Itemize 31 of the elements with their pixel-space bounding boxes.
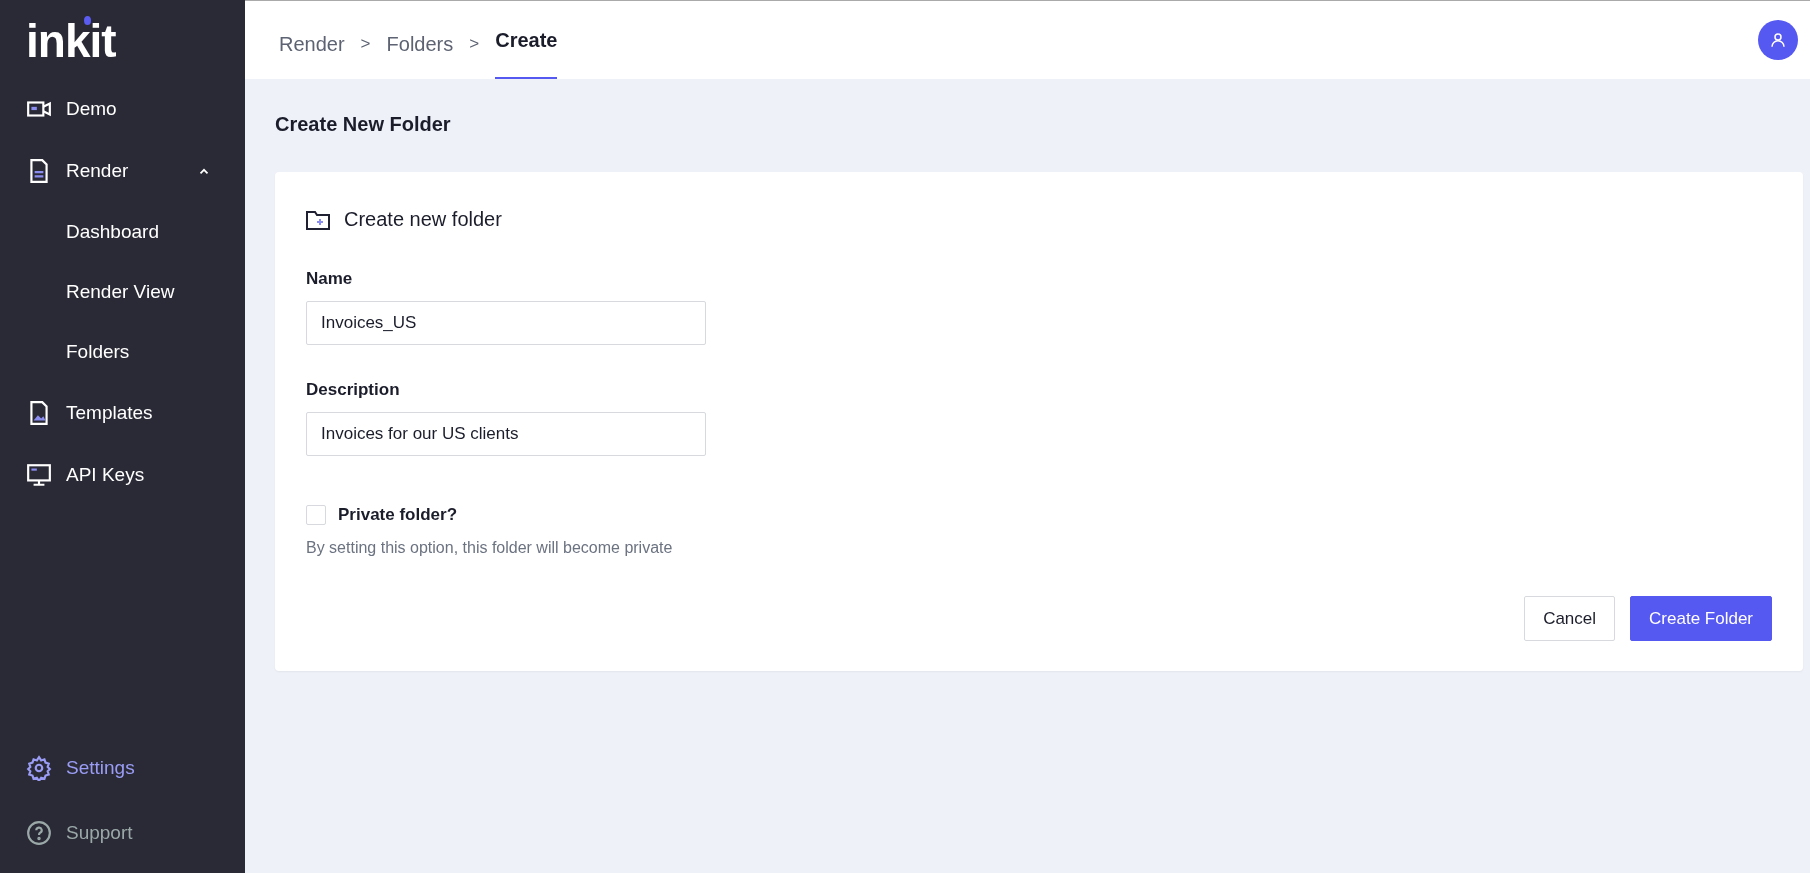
field-label: Description: [306, 380, 400, 400]
user-avatar[interactable]: [1758, 20, 1798, 60]
settings-icon: [26, 754, 52, 781]
cancel-button[interactable]: Cancel: [1524, 596, 1616, 641]
breadcrumb-separator: >: [469, 33, 480, 54]
page-title: Create New Folder: [275, 113, 451, 136]
sidebar-item[interactable]: API Keys: [0, 444, 245, 506]
sidebar-item[interactable]: Settings: [0, 735, 245, 800]
hint-text: By setting this option, this folder will become private: [306, 539, 673, 557]
help-icon: [26, 819, 52, 846]
sidebar-item[interactable]: Demo: [0, 78, 245, 140]
field-label: Name: [306, 269, 353, 289]
sidebar-subitem[interactable]: Folders: [0, 322, 130, 382]
breadcrumb-separator: >: [360, 33, 371, 54]
checkbox-label: Private folder?: [338, 505, 458, 525]
breadcrumb-link[interactable]: Create: [495, 1, 558, 79]
input-field[interactable]: Invoices for our US clients: [306, 412, 706, 456]
checkbox[interactable]: [306, 505, 326, 525]
input-field[interactable]: Invoices_US: [306, 301, 706, 345]
create-button[interactable]: Create Folder: [1630, 596, 1772, 641]
breadcrumb-link[interactable]: Folders: [386, 1, 454, 79]
sidebar-item[interactable]: Support: [0, 800, 245, 865]
sidebar-subitem[interactable]: Render View: [0, 262, 175, 322]
monitor-icon: [26, 462, 52, 488]
folder-plus-icon: [306, 209, 330, 230]
sidebar-subitem[interactable]: Dashboard: [0, 202, 159, 262]
card-title: Create new folder: [344, 208, 502, 231]
logo: inkit: [25, 14, 116, 69]
breadcrumb-link[interactable]: Render: [279, 1, 345, 79]
sidebar-item[interactable]: Render: [0, 140, 245, 202]
sidebar-item[interactable]: Templates: [0, 382, 245, 444]
